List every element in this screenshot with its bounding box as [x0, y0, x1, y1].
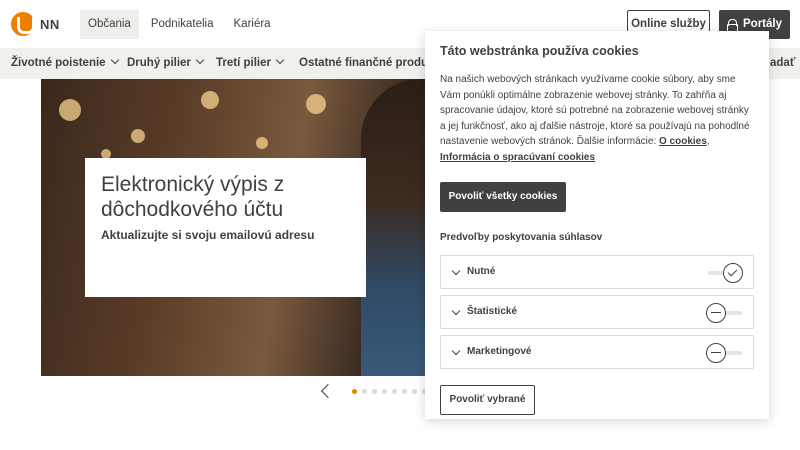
consent-row-marketing[interactable]: Marketingové [440, 335, 754, 369]
menu-item-zivotne-poistenie[interactable]: Životné poistenie [11, 48, 119, 79]
carousel-dot[interactable] [372, 388, 377, 394]
menu-item-ostatne-produkty[interactable]: Ostatné finančné produkty [299, 48, 445, 79]
toggle-knob [706, 343, 726, 363]
tab-obcania[interactable]: Občania [80, 10, 139, 39]
allow-selected-button[interactable]: Povoliť vybrané [440, 385, 535, 415]
carousel-dot[interactable] [382, 388, 387, 394]
carousel-dot[interactable] [412, 388, 417, 394]
lock-icon [727, 19, 738, 32]
menu-item-label: Ostatné finančné produkty [299, 57, 445, 69]
page: NN Občania Podnikatelia Kariéra Online s… [0, 0, 800, 450]
bokeh-light [201, 91, 219, 109]
necessary-toggle[interactable] [706, 263, 744, 283]
cookie-description: Na našich webových stránkach využívame c… [440, 72, 754, 165]
consent-row-statistics[interactable]: Štatistické [440, 295, 754, 329]
check-icon [727, 266, 738, 277]
about-cookies-link[interactable]: O cookies [659, 136, 707, 147]
menu-item-search-partial[interactable]: adať [770, 48, 795, 79]
hero-subtitle: Aktualizujte si svoju emailovú adresu [101, 228, 315, 242]
tab-podnikatelia[interactable]: Podnikatelia [143, 10, 222, 39]
cookie-processing-info-link[interactable]: Informácia o spracúvaní cookies [440, 152, 595, 163]
tab-kariera[interactable]: Kariéra [226, 10, 279, 39]
chevron-down-icon [195, 55, 205, 65]
menu-item-label: Tretí pilier [216, 57, 271, 69]
cookie-title: Táto webstránka používa cookies [440, 44, 639, 58]
chevron-down-icon [275, 55, 285, 65]
menu-item-label: adať [770, 57, 796, 69]
allow-all-cookies-button[interactable]: Povoliť všetky cookies [440, 182, 566, 212]
carousel-dot[interactable] [402, 388, 407, 394]
menu-item-treti-pilier[interactable]: Tretí pilier [216, 48, 285, 79]
carousel-dot[interactable] [362, 388, 367, 394]
carousel-dot[interactable] [352, 388, 357, 394]
chevron-down-icon [110, 55, 119, 65]
consent-label: Nutné [467, 266, 496, 277]
link-separator: , [706, 136, 710, 147]
nn-logo[interactable]: NN [11, 12, 60, 36]
minus-icon [711, 312, 721, 314]
carousel-dot[interactable] [392, 388, 397, 394]
hero-card[interactable]: Elektronický výpis z dôchodkového účtu A… [85, 158, 366, 297]
chevron-down-icon [451, 306, 461, 316]
hero-title: Elektronický výpis z dôchodkového účtu [101, 173, 285, 221]
toggle-knob [706, 303, 726, 323]
chevron-down-icon [451, 266, 461, 276]
audience-nav: Občania Podnikatelia Kariéra [80, 10, 283, 39]
menu-item-druhy-pilier[interactable]: Druhý pilier [127, 48, 205, 79]
bokeh-light [256, 137, 268, 149]
consent-label: Marketingové [467, 346, 532, 357]
consent-row-necessary[interactable]: Nutné [440, 255, 754, 289]
consent-label: Štatistické [467, 306, 518, 317]
bokeh-light [306, 94, 326, 114]
statistics-toggle[interactable] [706, 303, 744, 323]
toggle-knob [723, 263, 743, 283]
cookie-consent-dialog: Táto webstránka používa cookies Na našic… [425, 31, 769, 419]
bokeh-light [59, 99, 81, 121]
menu-item-label: Životné poistenie [11, 57, 106, 69]
marketing-toggle[interactable] [706, 343, 744, 363]
carousel-controls [318, 383, 432, 399]
menu-item-label: Druhý pilier [127, 57, 191, 69]
nn-lion-logo-icon [11, 12, 35, 36]
consent-preferences-title: Predvoľby poskytovania súhlasov [440, 232, 603, 243]
bokeh-light [131, 129, 145, 143]
brand-name: NN [40, 16, 60, 32]
chevron-left-icon[interactable] [318, 383, 334, 399]
minus-icon [711, 352, 721, 354]
chevron-down-icon [451, 346, 461, 356]
